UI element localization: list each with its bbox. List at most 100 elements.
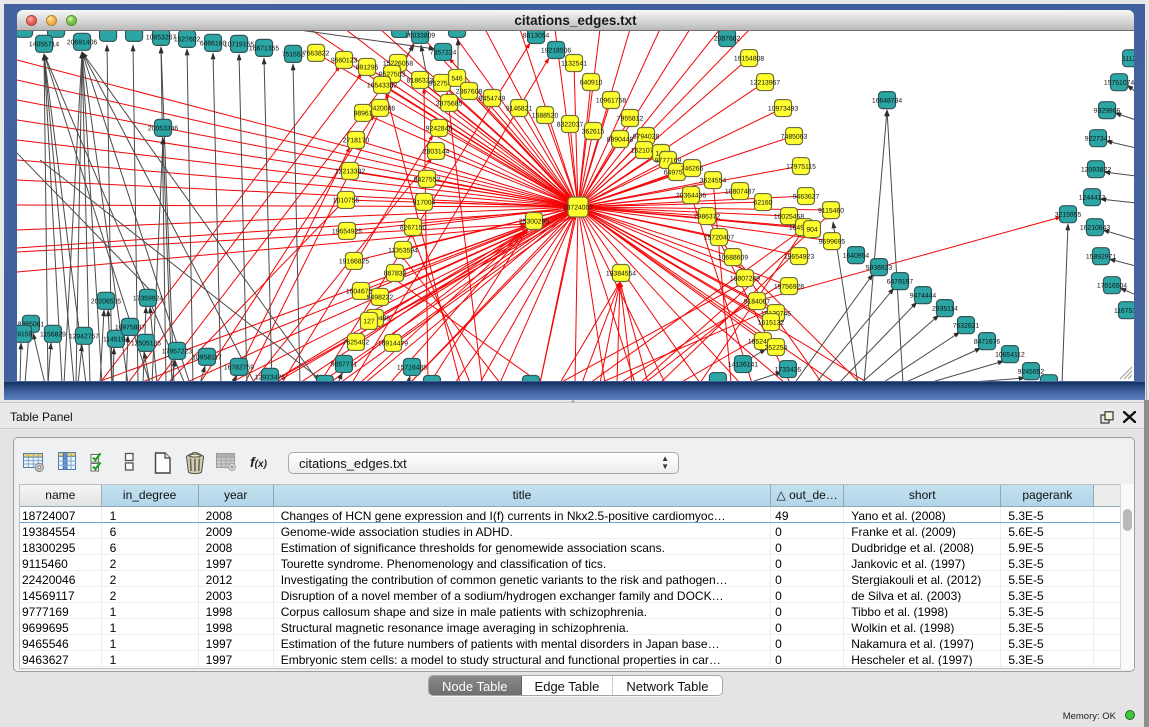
- svg-text:1733426: 1733426: [775, 367, 802, 374]
- svg-text:1527602: 1527602: [174, 36, 201, 43]
- svg-text:19384554: 19384554: [606, 271, 636, 278]
- svg-text:17016504: 17016504: [1097, 283, 1127, 290]
- svg-text:6466160: 6466160: [200, 40, 227, 47]
- svg-text:9115460: 9115460: [818, 208, 844, 215]
- svg-text:904: 904: [806, 227, 818, 234]
- svg-text:20206535: 20206535: [91, 298, 121, 305]
- svg-text:9657771: 9657771: [331, 361, 358, 368]
- svg-text:16648784: 16648784: [872, 98, 902, 105]
- svg-text:12505135: 12505135: [131, 340, 161, 347]
- svg-text:12213382: 12213382: [335, 168, 365, 175]
- svg-text:1244413: 1244413: [1079, 195, 1106, 202]
- svg-text:9242848: 9242848: [426, 125, 453, 132]
- svg-text:5498222: 5498222: [367, 294, 394, 301]
- svg-text:15751074: 15751074: [1104, 80, 1134, 87]
- svg-text:16671355: 16671355: [249, 45, 279, 52]
- svg-text:10807487: 10807487: [725, 189, 755, 196]
- svg-text:1145194: 1145194: [103, 336, 129, 343]
- svg-text:17359924: 17359924: [133, 295, 163, 302]
- svg-text:1132541: 1132541: [561, 60, 587, 67]
- svg-text:10973493: 10973493: [768, 106, 798, 113]
- svg-text:751552: 751552: [282, 51, 305, 58]
- svg-text:10688609: 10688609: [718, 255, 748, 262]
- svg-text:12213967: 12213967: [750, 80, 780, 87]
- svg-text:9463627: 9463627: [793, 194, 820, 201]
- svg-text:16033809: 16033809: [405, 32, 435, 39]
- svg-text:8813054: 8813054: [523, 32, 550, 39]
- svg-text:14055714: 14055714: [29, 41, 59, 48]
- svg-text:20364436: 20364436: [676, 193, 706, 200]
- svg-text:10958117: 10958117: [192, 354, 222, 361]
- svg-text:20053346: 20053346: [148, 125, 178, 132]
- svg-text:252254: 252254: [765, 345, 788, 352]
- svg-text:16210643: 16210643: [1080, 225, 1110, 232]
- svg-text:546: 546: [451, 75, 463, 82]
- svg-text:8267150: 8267150: [400, 224, 427, 231]
- svg-text:7625402: 7625402: [343, 339, 370, 346]
- svg-text:62160: 62160: [754, 200, 773, 207]
- svg-text:9184067: 9184067: [744, 299, 771, 306]
- svg-text:7955812: 7955812: [617, 116, 644, 123]
- svg-text:8990448: 8990448: [607, 137, 634, 144]
- svg-text:14136141: 14136141: [728, 362, 758, 369]
- svg-text:17957223: 17957223: [162, 348, 192, 355]
- svg-text:362615: 362615: [582, 129, 605, 136]
- svg-text:9329966: 9329966: [1094, 108, 1121, 115]
- svg-text:2087682: 2087682: [714, 36, 741, 43]
- svg-text:7485063: 7485063: [781, 134, 808, 141]
- svg-text:891295: 891295: [356, 64, 379, 71]
- svg-text:16782759: 16782759: [224, 364, 254, 371]
- svg-text:8471676: 8471676: [974, 339, 1001, 346]
- svg-text:8454749: 8454749: [479, 95, 506, 102]
- svg-text:1640954: 1640954: [843, 253, 870, 260]
- svg-text:3875685: 3875685: [436, 100, 463, 107]
- svg-text:7357224: 7357224: [430, 49, 457, 56]
- svg-text:98961: 98961: [354, 110, 373, 117]
- svg-text:11353594: 11353594: [388, 247, 418, 254]
- svg-text:9245652: 9245652: [1018, 369, 1045, 376]
- svg-text:19218506: 19218506: [541, 47, 571, 54]
- svg-text:1588520: 1588520: [532, 112, 559, 119]
- svg-text:9474444: 9474444: [910, 293, 937, 300]
- svg-text:9146821: 9146821: [506, 105, 533, 112]
- svg-text:7663822: 7663822: [303, 50, 330, 57]
- svg-text:39159: 39159: [17, 331, 33, 338]
- svg-text:12942757: 12942757: [69, 333, 99, 340]
- svg-text:10975887: 10975887: [115, 324, 145, 331]
- svg-text:6479197: 6479197: [887, 279, 914, 286]
- svg-text:8322037: 8322037: [557, 121, 584, 128]
- svg-text:3624554: 3624554: [700, 178, 727, 185]
- svg-text:2935114: 2935114: [932, 306, 958, 313]
- svg-text:17975115: 17975115: [786, 164, 816, 171]
- svg-text:8427552: 8427552: [414, 176, 441, 183]
- svg-text:6794028: 6794028: [633, 134, 660, 141]
- svg-text:19166825: 19166825: [339, 258, 369, 265]
- svg-text:19756928: 19756928: [774, 284, 804, 291]
- svg-text:1156829: 1156829: [40, 331, 66, 338]
- svg-text:15892971: 15892971: [1086, 254, 1116, 261]
- svg-text:3215955: 3215955: [1055, 212, 1082, 219]
- svg-text:917004: 917004: [413, 199, 436, 206]
- svg-text:2718170: 2718170: [343, 137, 370, 144]
- svg-text:9699695: 9699695: [819, 239, 846, 246]
- svg-text:16914479: 16914479: [378, 340, 408, 347]
- svg-text:127: 127: [363, 318, 375, 325]
- svg-text:16154808: 16154808: [734, 56, 764, 63]
- svg-text:9560123: 9560123: [331, 57, 358, 64]
- svg-text:10961758: 10961758: [596, 98, 626, 105]
- svg-text:746266: 746266: [681, 166, 704, 173]
- svg-text:10653267: 10653267: [146, 34, 176, 41]
- svg-text:18807249: 18807249: [730, 276, 760, 283]
- svg-text:11120: 11120: [1122, 56, 1134, 63]
- svg-text:25300295: 25300295: [519, 218, 549, 225]
- svg-text:16543382: 16543382: [367, 82, 397, 89]
- svg-text:1615132: 1615132: [758, 320, 785, 327]
- svg-text:2803144: 2803144: [423, 148, 450, 155]
- svg-text:20691406: 20691406: [67, 39, 97, 46]
- svg-text:640910: 640910: [580, 80, 603, 87]
- svg-text:10654112: 10654112: [995, 352, 1025, 359]
- svg-text:1010755: 1010755: [333, 197, 360, 204]
- svg-text:887833: 887833: [384, 270, 407, 277]
- svg-text:9227341: 9227341: [1085, 136, 1112, 143]
- svg-text:18724007: 18724007: [563, 204, 593, 211]
